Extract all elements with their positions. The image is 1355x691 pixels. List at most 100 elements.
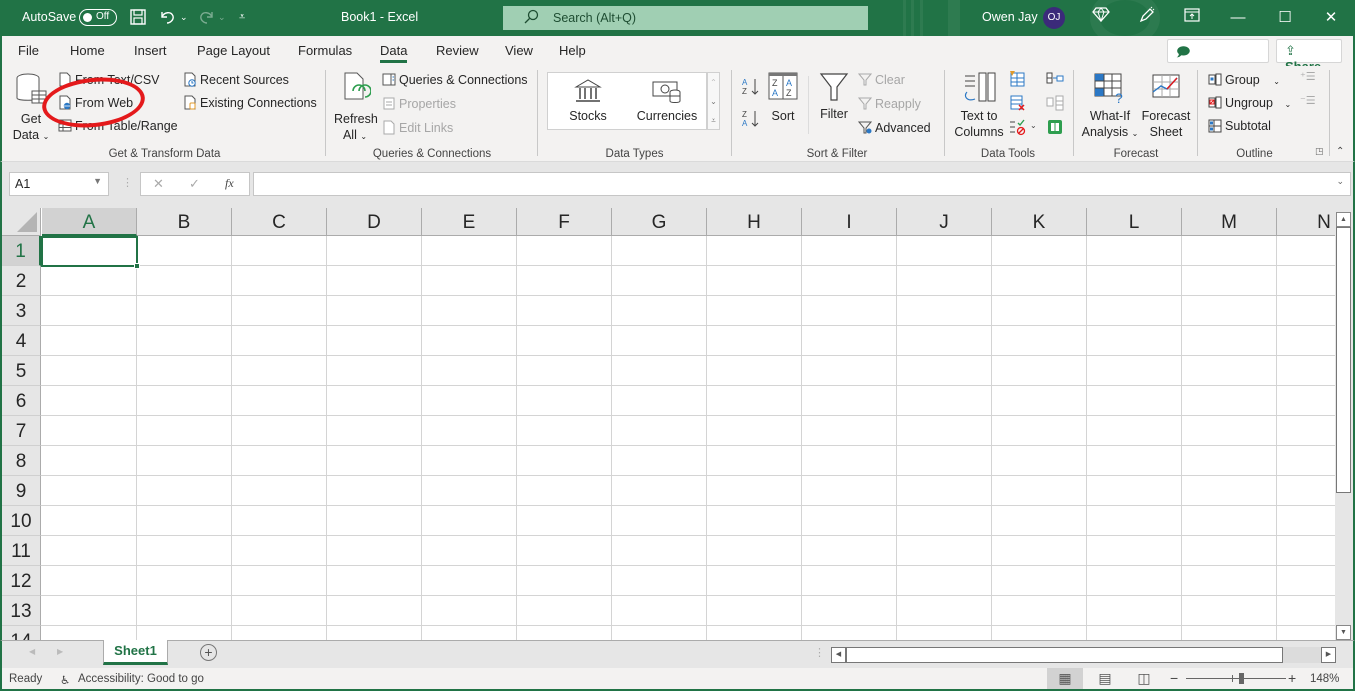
tab-home[interactable]: Home	[70, 43, 105, 58]
group-button[interactable]: Group ⌄	[1208, 72, 1280, 87]
flash-fill-button[interactable]	[1008, 70, 1026, 91]
scroll-right-icon[interactable]: ▶	[1321, 647, 1336, 663]
tab-file[interactable]: File	[18, 43, 39, 58]
row-header-2[interactable]: 2	[2, 266, 41, 296]
scroll-left-icon[interactable]: ◀	[831, 647, 846, 663]
row-header-10[interactable]: 10	[2, 506, 41, 536]
undo-icon[interactable]	[158, 8, 176, 31]
accessibility-status[interactable]: Accessibility: Good to go	[78, 673, 204, 685]
sort-a-z-button[interactable]: AZ	[740, 76, 762, 101]
autosave-toggle[interactable]: Off	[79, 9, 117, 26]
column-header-m[interactable]: M	[1182, 208, 1277, 236]
diamond-icon[interactable]	[1089, 6, 1113, 30]
tab-review[interactable]: Review	[436, 43, 479, 58]
drag-handle-icon[interactable]: ⋮	[122, 176, 133, 189]
vertical-scroll-thumb[interactable]	[1336, 227, 1351, 493]
row-header-1[interactable]: 1	[2, 236, 41, 266]
sort-button[interactable]: ZAAZ Sort	[766, 72, 800, 124]
insert-function-icon[interactable]: fx	[225, 176, 234, 191]
column-header-n[interactable]: N	[1277, 208, 1335, 236]
row-header-5[interactable]: 5	[2, 356, 41, 386]
currencies-button[interactable]: Currencies	[634, 78, 700, 124]
zoom-in-icon[interactable]: +	[1288, 670, 1296, 686]
advanced-filter-button[interactable]: Advanced	[858, 120, 931, 135]
recent-sources-button[interactable]: Recent Sources	[183, 72, 289, 87]
refresh-all-button[interactable]: Refresh All ⌄	[334, 71, 378, 145]
tab-data[interactable]: Data	[380, 43, 408, 63]
avatar[interactable]: OJ	[1043, 7, 1065, 29]
column-header-e[interactable]: E	[422, 208, 517, 236]
sort-z-a-button[interactable]: ZA	[740, 108, 762, 133]
what-if-analysis-button[interactable]: ? What-If Analysis ⌄	[1080, 72, 1140, 142]
sheet-tab-sheet1[interactable]: Sheet1	[103, 640, 168, 665]
formula-input[interactable]: ⌄	[253, 172, 1351, 196]
data-validation-button[interactable]	[1008, 118, 1026, 139]
column-header-i[interactable]: I	[802, 208, 897, 236]
chevron-down-icon[interactable]: ⌄	[1030, 121, 1037, 130]
next-sheet-icon[interactable]: ▶	[57, 647, 63, 656]
column-header-a[interactable]: A	[42, 208, 137, 236]
selected-cell-a1[interactable]	[41, 236, 140, 269]
save-icon[interactable]	[129, 8, 147, 31]
fill-handle[interactable]	[134, 263, 140, 269]
gallery-up-icon[interactable]: ⌃	[708, 73, 719, 92]
user-name[interactable]: Owen Jay	[982, 10, 1038, 24]
collapse-ribbon-icon[interactable]: ⌃	[1336, 146, 1344, 157]
column-header-b[interactable]: B	[137, 208, 232, 236]
column-header-c[interactable]: C	[232, 208, 327, 236]
expand-formula-icon[interactable]: ⌄	[1336, 176, 1344, 187]
dialog-launcher-icon[interactable]: ◳	[1315, 146, 1324, 157]
scroll-up-icon[interactable]: ▲	[1336, 212, 1351, 227]
row-header-7[interactable]: 7	[2, 416, 41, 446]
remove-duplicates-button[interactable]	[1008, 94, 1026, 115]
queries-connections-button[interactable]: Queries & Connections	[382, 72, 528, 87]
add-sheet-icon[interactable]: +	[200, 644, 217, 661]
page-layout-view-button[interactable]: ▤	[1087, 668, 1123, 689]
zoom-level[interactable]: 148%	[1310, 673, 1339, 685]
row-header-11[interactable]: 11	[2, 536, 41, 566]
consolidate-button[interactable]	[1046, 70, 1064, 91]
manage-data-model-button[interactable]	[1046, 118, 1064, 139]
row-header-14[interactable]: 14	[2, 626, 41, 640]
subtotal-button[interactable]: Subtotal	[1208, 118, 1271, 133]
existing-connections-button[interactable]: Existing Connections	[183, 95, 317, 110]
row-header-13[interactable]: 13	[2, 596, 41, 626]
row-header-6[interactable]: 6	[2, 386, 41, 416]
zoom-slider-knob[interactable]	[1239, 673, 1244, 684]
column-header-f[interactable]: F	[517, 208, 612, 236]
tab-formulas[interactable]: Formulas	[298, 43, 352, 58]
gallery-down-icon[interactable]: ⌄	[708, 92, 719, 111]
share-button[interactable]: ⇪ Share	[1276, 39, 1342, 74]
page-break-view-button[interactable]: ◫	[1126, 668, 1162, 689]
close-icon[interactable]: ✕	[1319, 6, 1343, 30]
row-header-9[interactable]: 9	[2, 476, 41, 506]
minimize-icon[interactable]: —	[1226, 6, 1250, 30]
text-to-columns-button[interactable]: Text to Columns	[952, 72, 1006, 140]
gallery-scroll[interactable]: ⌃ ⌄ ⩡	[707, 72, 720, 130]
stocks-button[interactable]: Stocks	[560, 78, 616, 124]
name-box[interactable]: A1 ▼	[9, 172, 109, 196]
column-header-d[interactable]: D	[327, 208, 422, 236]
column-header-k[interactable]: K	[992, 208, 1087, 236]
filter-button[interactable]: Filter	[817, 72, 851, 122]
ribbon-display-icon[interactable]	[1180, 6, 1204, 30]
column-header-g[interactable]: G	[612, 208, 707, 236]
row-header-12[interactable]: 12	[2, 566, 41, 596]
forecast-sheet-button[interactable]: Forecast Sheet	[1140, 72, 1192, 140]
tab-insert[interactable]: Insert	[134, 43, 167, 58]
row-header-8[interactable]: 8	[2, 446, 41, 476]
tab-view[interactable]: View	[505, 43, 533, 58]
zoom-slider[interactable]	[1186, 673, 1286, 684]
spreadsheet-grid[interactable]: ABCDEFGHIJKLMN 1234567891011121314	[0, 208, 1335, 640]
tab-split-handle-icon[interactable]: ⋮	[814, 646, 825, 659]
pen-icon[interactable]	[1135, 6, 1159, 30]
select-all-button[interactable]	[2, 208, 41, 236]
maximize-icon[interactable]: ☐	[1273, 6, 1297, 30]
tab-help[interactable]: Help	[559, 43, 586, 58]
search-box[interactable]: Search (Alt+Q)	[503, 6, 868, 30]
normal-view-button[interactable]: ▦	[1047, 668, 1083, 689]
row-header-4[interactable]: 4	[2, 326, 41, 356]
column-header-h[interactable]: H	[707, 208, 802, 236]
column-header-j[interactable]: J	[897, 208, 992, 236]
gallery-more-icon[interactable]: ⩡	[708, 111, 719, 130]
